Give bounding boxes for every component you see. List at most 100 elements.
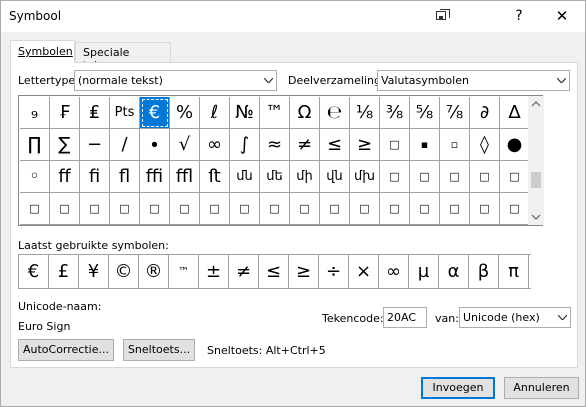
symbol-cell[interactable]: ▫ bbox=[440, 129, 470, 161]
symbol-cell[interactable]: ▪ bbox=[410, 129, 440, 161]
recent-symbol-cell[interactable]: ÷ bbox=[319, 255, 349, 288]
symbol-cell[interactable]: □ bbox=[440, 161, 470, 193]
symbol-cell[interactable]: □ bbox=[200, 193, 230, 225]
symbol-cell[interactable]: □ bbox=[410, 193, 440, 225]
recent-symbol-cell[interactable]: µ bbox=[409, 255, 439, 288]
symbol-cell[interactable]: □ bbox=[380, 193, 410, 225]
symbol-cell[interactable]: ∑ bbox=[50, 129, 80, 161]
symbol-cell[interactable]: ﬂ bbox=[110, 161, 140, 193]
symbol-cell[interactable]: √ bbox=[170, 129, 200, 161]
symbol-cell[interactable]: ∆ bbox=[500, 97, 530, 129]
symbol-cell[interactable]: մն bbox=[230, 161, 260, 193]
recent-symbol-cell[interactable]: × bbox=[349, 255, 379, 288]
symbol-cell[interactable]: − bbox=[80, 129, 110, 161]
symbol-cell[interactable]: ∏ bbox=[20, 129, 50, 161]
recent-symbol-cell[interactable]: ≤ bbox=[259, 255, 289, 288]
symbol-cell[interactable]: □ bbox=[170, 193, 200, 225]
symbol-cell[interactable]: ﬃ bbox=[140, 161, 170, 193]
autocorrect-button[interactable]: AutoCorrectie... bbox=[18, 339, 114, 361]
symbol-cell[interactable]: □ bbox=[470, 161, 500, 193]
shortcut-key-button[interactable]: Sneltoets... bbox=[123, 339, 195, 361]
symbol-cell[interactable]: ⅝ bbox=[410, 97, 440, 129]
symbol-cell[interactable]: ﬄ bbox=[170, 161, 200, 193]
font-dropdown[interactable]: (normale tekst) bbox=[74, 70, 277, 91]
symbol-cell[interactable]: □ bbox=[290, 193, 320, 225]
symbol-cell[interactable]: □ bbox=[410, 161, 440, 193]
symbol-cell[interactable]: □ bbox=[320, 193, 350, 225]
symbol-cell[interactable]: ∫ bbox=[230, 129, 260, 161]
symbol-cell[interactable]: □ bbox=[470, 193, 500, 225]
recent-symbol-cell[interactable]: ± bbox=[199, 255, 229, 288]
symbol-cell[interactable]: ℓ bbox=[200, 97, 230, 129]
symbol-cell[interactable]: ℮ bbox=[320, 97, 350, 129]
symbol-cell[interactable]: ™ bbox=[260, 97, 290, 129]
recent-symbol-cell[interactable]: β bbox=[469, 255, 499, 288]
scroll-down-icon[interactable] bbox=[531, 212, 541, 222]
tab-special-characters[interactable]: Speciale tekens bbox=[75, 42, 171, 72]
symbol-cell[interactable]: ∂ bbox=[470, 97, 500, 129]
scroll-up-icon[interactable] bbox=[531, 99, 541, 109]
symbol-cell[interactable]: ₤ bbox=[80, 97, 110, 129]
symbol-cell[interactable]: % bbox=[170, 97, 200, 129]
recent-symbol-cell[interactable]: © bbox=[109, 255, 139, 288]
symbol-cell[interactable]: № bbox=[230, 97, 260, 129]
charcode-input[interactable]: 20AC bbox=[383, 307, 427, 328]
symbol-cell[interactable]: ⅞ bbox=[440, 97, 470, 129]
symbol-cell[interactable]: □ bbox=[50, 193, 80, 225]
symbol-cell[interactable]: □ bbox=[230, 193, 260, 225]
symbol-cell[interactable]: ﬀ bbox=[50, 161, 80, 193]
symbol-cell[interactable]: □ bbox=[350, 193, 380, 225]
symbol-cell[interactable]: □ bbox=[440, 193, 470, 225]
symbol-cell[interactable]: □ bbox=[110, 193, 140, 225]
symbol-cell[interactable]: մի bbox=[290, 161, 320, 193]
recent-symbol-cell[interactable]: π bbox=[499, 255, 529, 288]
symbol-cell[interactable]: □ bbox=[500, 193, 530, 225]
symbol-cell[interactable]: մխ bbox=[350, 161, 380, 193]
subset-dropdown[interactable]: Valutasymbolen bbox=[377, 70, 570, 91]
symbol-cell[interactable]: ≥ bbox=[350, 129, 380, 161]
from-dropdown[interactable]: Unicode (hex) bbox=[459, 307, 571, 328]
restore-icon[interactable] bbox=[433, 7, 453, 25]
symbol-cell[interactable]: վն bbox=[320, 161, 350, 193]
recent-symbol-cell[interactable]: α bbox=[439, 255, 469, 288]
symbol-cell[interactable]: ₣ bbox=[50, 97, 80, 129]
recent-symbol-cell[interactable]: ≥ bbox=[289, 255, 319, 288]
symbol-cell[interactable]: ⅛ bbox=[350, 97, 380, 129]
symbol-cell[interactable]: ∕ bbox=[110, 129, 140, 161]
recent-symbol-cell[interactable]: ∞ bbox=[379, 255, 409, 288]
symbol-cell[interactable]: □ bbox=[500, 161, 530, 193]
symbol-cell[interactable]: € bbox=[140, 97, 170, 129]
symbol-cell[interactable]: ◦ bbox=[20, 161, 50, 193]
cancel-button[interactable]: Annuleren bbox=[504, 377, 579, 399]
symbol-cell[interactable]: Pts bbox=[110, 97, 140, 129]
symbol-cell[interactable]: ≤ bbox=[320, 129, 350, 161]
symbol-cell[interactable]: □ bbox=[380, 161, 410, 193]
recent-symbol-cell[interactable]: ® bbox=[139, 255, 169, 288]
tab-symbols[interactable]: Symbolen bbox=[10, 40, 75, 63]
help-button[interactable]: ? bbox=[509, 7, 529, 25]
symbol-cell[interactable]: Ω bbox=[290, 97, 320, 129]
symbol-cell[interactable]: □ bbox=[260, 193, 290, 225]
symbol-cell[interactable]: ﬁ bbox=[80, 161, 110, 193]
recent-symbol-cell[interactable]: € bbox=[19, 255, 49, 288]
symbol-cell[interactable]: մե bbox=[260, 161, 290, 193]
recent-symbol-cell[interactable]: £ bbox=[49, 255, 79, 288]
symbol-cell[interactable]: ∙ bbox=[140, 129, 170, 161]
symbol-cell[interactable]: ∞ bbox=[200, 129, 230, 161]
close-button[interactable]: ✕ bbox=[552, 7, 572, 25]
symbol-grid-scrollbar[interactable] bbox=[528, 96, 544, 225]
recent-symbol-cell[interactable]: ™ bbox=[169, 255, 199, 288]
symbol-cell[interactable]: ≈ bbox=[260, 129, 290, 161]
symbol-cell[interactable]: ₉ bbox=[20, 97, 50, 129]
recent-symbol-cell[interactable]: ≠ bbox=[229, 255, 259, 288]
symbol-cell[interactable]: □ bbox=[80, 193, 110, 225]
symbol-cell[interactable]: □ bbox=[140, 193, 170, 225]
symbol-cell[interactable]: □ bbox=[380, 129, 410, 161]
symbol-cell[interactable]: ⅜ bbox=[380, 97, 410, 129]
recent-symbol-cell[interactable]: ¥ bbox=[79, 255, 109, 288]
symbol-cell[interactable]: □ bbox=[20, 193, 50, 225]
symbol-cell[interactable]: ● bbox=[500, 129, 530, 161]
symbol-cell[interactable]: ◊ bbox=[470, 129, 500, 161]
symbol-cell[interactable]: ≠ bbox=[290, 129, 320, 161]
symbol-cell[interactable]: ﬅ bbox=[200, 161, 230, 193]
